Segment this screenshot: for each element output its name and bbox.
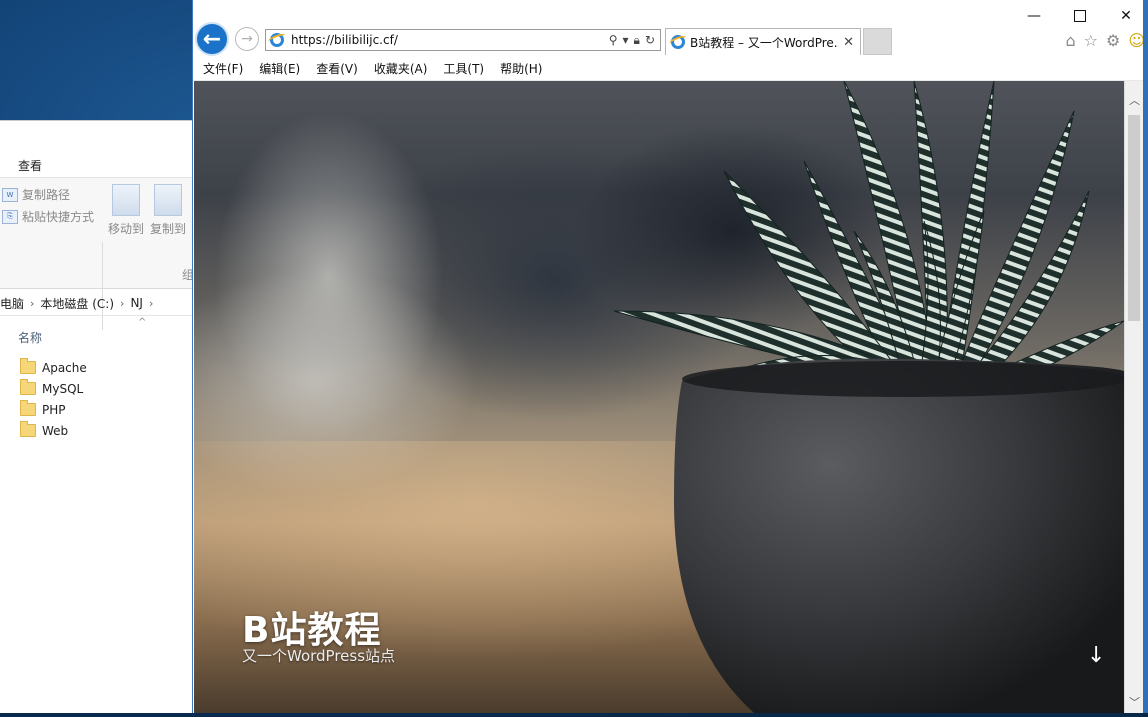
breadcrumb-this-pc[interactable]: 电脑 xyxy=(0,295,24,312)
site-tagline: 又一个WordPress站点 xyxy=(242,647,396,665)
ribbon-divider xyxy=(102,242,103,330)
menu-file[interactable]: 文件(F) xyxy=(193,60,251,77)
scroll-up-icon[interactable]: ︿ xyxy=(1125,91,1144,109)
chevron-right-icon: › xyxy=(148,296,154,310)
minimize-button[interactable]: — xyxy=(1011,0,1057,32)
file-name: MySQL xyxy=(42,381,84,396)
vertical-scrollbar[interactable]: ︿ ﹀ xyxy=(1124,81,1144,713)
breadcrumb-nj[interactable]: NJ xyxy=(130,296,143,310)
copy-path-icon: W xyxy=(2,187,18,202)
folder-icon xyxy=(20,358,36,374)
ribbon-tab-view[interactable]: 查看 xyxy=(18,157,42,174)
move-to-button[interactable]: 移动到 xyxy=(106,184,146,237)
file-list-item[interactable]: MySQL xyxy=(20,378,87,399)
menu-bar: 文件(F) 编辑(E) 查看(V) 收藏夹(A) 工具(T) 帮助(H) xyxy=(193,56,1148,81)
folder-icon xyxy=(20,400,36,416)
dropdown-icon[interactable]: ▾ xyxy=(623,33,629,47)
search-icon[interactable]: ⚲ xyxy=(609,33,618,47)
close-icon: ✕ xyxy=(1120,8,1132,24)
paste-shortcut-button[interactable]: ⎘ 粘贴快捷方式 xyxy=(2,208,94,225)
menu-edit[interactable]: 编辑(E) xyxy=(251,60,308,77)
folder-icon xyxy=(20,421,36,437)
sort-ascending-icon: ^ xyxy=(138,317,147,328)
close-tab-icon[interactable]: ✕ xyxy=(843,35,854,50)
toolbar-icons: ⌂ ☆ ⚙ ☺ xyxy=(1065,31,1145,50)
browser-window: ← → https://bilibilijc.cf/ ⚲ ▾ 🔒︎ ↻ B站教程… xyxy=(192,0,1148,713)
web-page-hero: B站教程 又一个WordPress站点 ↓ xyxy=(194,81,1124,713)
window-controls: — ✕ xyxy=(1011,0,1148,32)
ribbon: W 复制路径 ⎘ 粘贴快捷方式 移动到 复制到 组 xyxy=(0,177,196,330)
file-name: Web xyxy=(42,423,69,438)
file-list: Apache MySQL PHP Web xyxy=(20,357,87,441)
copy-to-button[interactable]: 复制到 xyxy=(148,184,188,237)
scroll-down-icon[interactable]: ﹀ xyxy=(1125,693,1144,711)
tab-title: B站教程 – 又一个WordPre... xyxy=(690,35,840,50)
move-to-label: 移动到 xyxy=(107,222,144,236)
paste-shortcut-label: 粘贴快捷方式 xyxy=(22,210,95,224)
refresh-icon[interactable]: ↻ xyxy=(645,33,655,47)
move-to-icon xyxy=(112,184,140,216)
back-button[interactable]: ← xyxy=(195,22,229,56)
tab-bilibili-tutorial[interactable]: B站教程 – 又一个WordPre... ✕ xyxy=(665,28,861,55)
folder-icon xyxy=(20,379,36,395)
copy-path-label: 复制路径 xyxy=(22,188,71,202)
favorites-star-icon[interactable]: ☆ xyxy=(1084,31,1098,50)
chevron-right-icon: › xyxy=(120,296,125,310)
close-window-button[interactable]: ✕ xyxy=(1103,0,1148,32)
file-name: Apache xyxy=(42,360,87,375)
home-icon[interactable]: ⌂ xyxy=(1065,31,1075,50)
column-header-name[interactable]: 名称 xyxy=(18,329,42,346)
lock-icon[interactable]: 🔒︎ xyxy=(634,33,640,48)
menu-tools[interactable]: 工具(T) xyxy=(435,60,492,77)
file-list-item[interactable]: PHP xyxy=(20,399,87,420)
back-icon: ← xyxy=(202,26,222,52)
address-bar[interactable]: https://bilibilijc.cf/ ⚲ ▾ 🔒︎ ↻ xyxy=(265,29,661,51)
ie-tab-icon xyxy=(670,34,686,50)
menu-help[interactable]: 帮助(H) xyxy=(492,60,550,77)
menu-favorites[interactable]: 收藏夹(A) xyxy=(366,60,436,77)
maximize-icon xyxy=(1074,10,1086,22)
menu-view[interactable]: 查看(V) xyxy=(308,60,366,77)
address-bar-actions: ⚲ ▾ 🔒︎ ↻ xyxy=(609,33,655,48)
file-explorer-window: 查看 W 复制路径 ⎘ 粘贴快捷方式 移动到 复制到 组 电脑 › 本地磁盘 (… xyxy=(0,120,196,713)
breadcrumb[interactable]: 电脑 › 本地磁盘 (C:) › NJ › xyxy=(0,291,196,316)
breadcrumb-local-disk[interactable]: 本地磁盘 (C:) xyxy=(40,295,114,312)
settings-gear-icon[interactable]: ⚙ xyxy=(1106,31,1120,50)
maximize-button[interactable] xyxy=(1057,0,1103,32)
navigation-bar: ← → https://bilibilijc.cf/ ⚲ ▾ 🔒︎ ↻ B站教程… xyxy=(193,0,1148,56)
file-list-item[interactable]: Apache xyxy=(20,357,87,378)
forward-button[interactable]: → xyxy=(235,27,259,51)
scroll-down-arrow-icon[interactable]: ↓ xyxy=(1087,643,1105,668)
ie-page-icon xyxy=(269,32,285,48)
forward-icon: → xyxy=(241,31,253,47)
minimize-icon: — xyxy=(1027,8,1041,24)
new-tab-button[interactable] xyxy=(863,28,892,55)
copy-to-label: 复制到 xyxy=(149,222,186,236)
copy-to-icon xyxy=(154,184,182,216)
chevron-right-icon: › xyxy=(30,296,35,310)
file-name: PHP xyxy=(42,402,66,417)
file-list-item[interactable]: Web xyxy=(20,420,87,441)
paste-shortcut-icon: ⎘ xyxy=(2,209,18,224)
scrollbar-thumb[interactable] xyxy=(1128,115,1140,321)
window-edge xyxy=(1143,0,1148,713)
url-input[interactable]: https://bilibilijc.cf/ xyxy=(291,33,609,47)
copy-path-button[interactable]: W 复制路径 xyxy=(2,186,70,203)
